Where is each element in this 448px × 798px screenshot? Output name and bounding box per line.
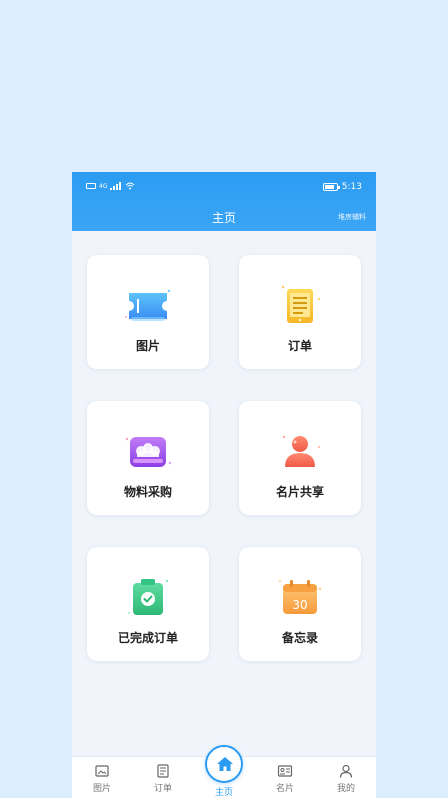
status-left: 4G [86,182,135,190]
card-images[interactable]: 图片 [87,255,209,369]
network-label: 4G [99,182,108,190]
card-share-card[interactable]: 名片共享 [239,401,361,515]
id-card-icon [277,765,293,777]
page-title: 主页 [211,211,236,225]
clipboard-check-icon [127,579,169,615]
card-memo[interactable]: 30 备忘录 [239,547,361,661]
card-share-card-label: 名片共享 [275,485,324,499]
status-right: 5:13 [322,182,362,192]
cart-box-icon [125,437,172,467]
image-icon [95,765,109,777]
card-completed-orders-label: 已完成订单 [117,631,178,645]
tab-images-label: 图片 [92,784,111,794]
tab-orders-label: 订单 [153,784,172,794]
tab-business-card-label: 名片 [275,784,294,794]
tab-business-card[interactable]: 名片 [255,757,315,798]
calendar-icon: 30 [278,579,322,614]
calendar-day: 30 [292,598,307,612]
tab-orders[interactable]: 订单 [133,757,193,798]
person-icon [339,764,353,778]
header-right-link[interactable]: 堆房辅料 [338,212,366,222]
user-icon [282,435,321,467]
status-bar: 4G 5:13 [72,172,376,202]
tablet-list-icon [281,285,321,323]
status-time: 5:13 [341,182,362,192]
tab-images[interactable]: 图片 [72,757,132,798]
signal-icon [110,182,122,190]
home-icon [217,757,233,771]
home-button[interactable] [205,745,243,783]
card-orders[interactable]: 订单 [239,255,361,369]
tab-mine[interactable]: 我的 [316,757,376,798]
card-material-purchase-label: 物料采购 [123,485,172,499]
top-bar: 4G 5:13 主页 堆房辅料 [72,172,376,231]
card-memo-label: 备忘录 [281,631,318,645]
tab-mine-label: 我的 [336,784,355,794]
document-icon [157,764,169,778]
tab-home-label: 主页 [214,788,233,798]
card-images-label: 图片 [135,339,160,353]
hd-icon [86,183,96,189]
ticket-icon [125,289,171,321]
battery-icon [322,183,340,191]
card-orders-label: 订单 [287,339,312,353]
bottom-tab-bar: 图片 订单 主页 名片 我的 [72,745,376,798]
wifi-icon [126,182,135,190]
app-screen: 4G 5:13 主页 堆房辅料 图片 订单 物料采购 名片共享 已完成订单 30… [72,172,376,798]
card-material-purchase[interactable]: 物料采购 [87,401,209,515]
card-completed-orders[interactable]: 已完成订单 [87,547,209,661]
